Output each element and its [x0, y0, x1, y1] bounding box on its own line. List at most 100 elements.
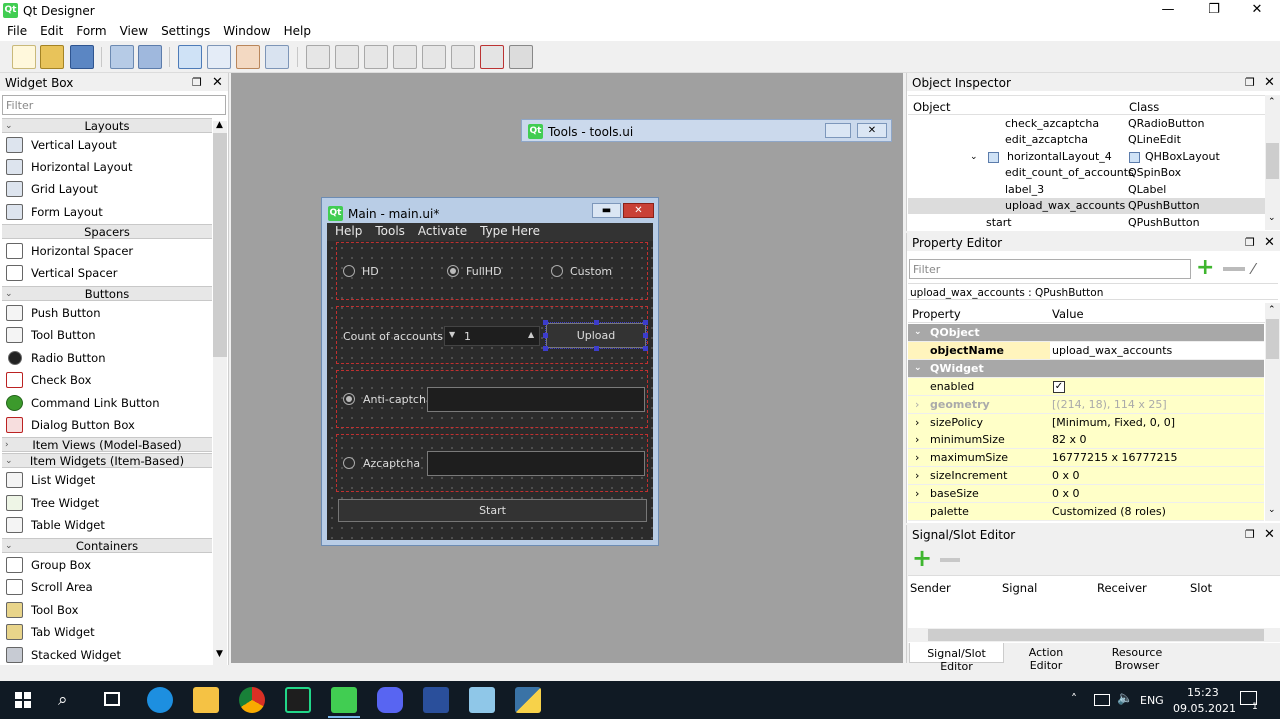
edge-icon[interactable] [147, 687, 173, 713]
tab-signal-slot-editor[interactable]: Signal/Slot Editor [909, 643, 1004, 673]
chevron-up-icon[interactable]: ˄ [1071, 692, 1077, 706]
bring-to-front-icon[interactable] [138, 45, 162, 69]
widget-grid-layout[interactable]: Grid Layout [2, 178, 212, 200]
widget-dialog-button-box[interactable]: Dialog Button Box [2, 414, 212, 436]
form-menu-type-here[interactable]: Type Here [472, 223, 545, 238]
configure-icon[interactable]: ⁄ [1252, 260, 1272, 280]
edit-widgets-icon[interactable] [178, 45, 202, 69]
radio-hd[interactable] [343, 265, 355, 277]
selection-handle[interactable] [543, 346, 548, 351]
close-icon[interactable]: ✕ [1264, 75, 1275, 90]
save-form-icon[interactable] [70, 45, 94, 69]
scrollbar-thumb[interactable] [1266, 319, 1279, 359]
float-icon[interactable]: ❐ [1245, 236, 1255, 249]
category-buttons[interactable]: ⌄ Buttons [2, 286, 212, 301]
chevron-right-icon[interactable]: › [915, 467, 919, 484]
widget-radio-button[interactable]: Radio Button [2, 347, 212, 369]
selection-handle[interactable] [643, 346, 648, 351]
maximize-button[interactable]: ❐ [1191, 0, 1237, 21]
property-value[interactable]: [Minimum, Fixed, 0, 0] [1052, 414, 1175, 431]
tree-row[interactable]: edit_azcaptcha QLineEdit [908, 132, 1265, 148]
discord-icon[interactable] [377, 687, 403, 713]
property-row[interactable]: › minimumSize 82 x 0 [908, 431, 1264, 449]
tree-row[interactable]: check_azcaptcha QRadioButton [908, 116, 1265, 132]
property-row[interactable]: enabled ✓ [908, 378, 1264, 396]
form-menu-activate[interactable]: Activate [410, 223, 472, 238]
selection-handle[interactable] [643, 333, 648, 338]
property-filter-input[interactable]: Filter [909, 259, 1191, 279]
widget-stacked-widget[interactable]: Stacked Widget [2, 644, 212, 666]
category-containers[interactable]: ⌄ Containers [2, 538, 212, 553]
property-value[interactable]: upload_wax_accounts [1050, 342, 1264, 359]
adjust-size-icon[interactable] [509, 45, 533, 69]
widget-group-box[interactable]: Group Box [2, 554, 212, 576]
widget-vertical-spacer[interactable]: Vertical Spacer [2, 262, 212, 284]
widget-horizontal-spacer[interactable]: Horizontal Spacer [2, 240, 212, 262]
language-indicator[interactable]: ENG [1140, 694, 1164, 707]
layout-form-icon[interactable] [451, 45, 475, 69]
property-value[interactable]: 0 x 0 [1052, 467, 1080, 484]
close-icon[interactable]: ✕ [212, 75, 223, 90]
count-spinbox[interactable]: ▼ 1 ▲ [444, 326, 540, 346]
scroll-up-icon[interactable]: ▲ [216, 120, 223, 130]
remove-property-icon[interactable] [1223, 267, 1245, 271]
chevron-right-icon[interactable]: › [915, 485, 919, 502]
chevron-right-icon[interactable]: › [915, 431, 919, 448]
qt-designer-icon[interactable] [331, 687, 357, 713]
widget-command-link-button[interactable]: Command Link Button [2, 392, 212, 414]
selection-handle[interactable] [543, 320, 548, 325]
float-icon[interactable]: ❐ [1245, 528, 1255, 541]
col-object[interactable]: Object [913, 100, 950, 114]
float-icon[interactable]: ❐ [1245, 76, 1255, 89]
chevron-right-icon[interactable]: › [915, 414, 919, 431]
menu-edit[interactable]: Edit [33, 21, 69, 38]
scroll-down-icon[interactable]: ⌄ [1268, 505, 1276, 515]
widget-list-widget[interactable]: List Widget [2, 469, 212, 491]
form-menu-tools[interactable]: Tools [367, 223, 410, 238]
property-row[interactable]: objectName upload_wax_accounts [908, 342, 1264, 360]
close-button[interactable]: ✕ [1234, 0, 1280, 21]
form-menu-help[interactable]: Help [327, 223, 367, 238]
radio-azcaptcha[interactable] [343, 457, 355, 469]
tree-row-selected[interactable]: upload_wax_accounts QPushButton [908, 198, 1265, 215]
category-item-widgets[interactable]: ⌄ Item Widgets (Item-Based) [2, 453, 212, 468]
close-icon[interactable]: ✕ [1264, 235, 1275, 250]
col-property[interactable]: Property [912, 307, 961, 321]
selection-handle[interactable] [594, 346, 599, 351]
tab-resource-browser[interactable]: Resource Browser [1090, 645, 1184, 672]
tab-action-editor[interactable]: Action Editor [1011, 645, 1081, 672]
category-item-views[interactable]: › Item Views (Model-Based) [2, 437, 212, 452]
add-connection-icon[interactable]: + [912, 546, 932, 570]
menu-file[interactable]: File [0, 21, 33, 38]
start-icon[interactable] [15, 692, 31, 708]
clock-time[interactable]: 15:23 [1187, 686, 1219, 699]
scroll-up-icon[interactable]: ⌃ [1268, 305, 1276, 315]
property-row[interactable]: › baseSize 0 x 0 [908, 485, 1264, 503]
remove-connection-icon[interactable] [940, 558, 960, 562]
layout-horizontally-icon[interactable] [306, 45, 330, 69]
selection-handle[interactable] [543, 333, 548, 338]
property-value[interactable]: 16777215 x 16777215 [1052, 449, 1177, 466]
start-button[interactable]: Start [338, 499, 647, 522]
scrollbar-thumb[interactable] [1266, 143, 1279, 179]
widget-horizontal-layout[interactable]: Horizontal Layout [2, 156, 212, 178]
property-row[interactable]: › sizeIncrement 0 x 0 [908, 467, 1264, 485]
menu-window[interactable]: Window [216, 21, 276, 38]
group-qobject[interactable]: ⌄ QObject [908, 324, 1264, 342]
enabled-checkbox[interactable]: ✓ [1053, 381, 1065, 393]
upload-button[interactable]: Upload [545, 322, 647, 349]
tree-row[interactable]: start QPushButton [908, 215, 1265, 229]
chevron-right-icon[interactable]: › [915, 396, 919, 413]
col-receiver[interactable]: Receiver [1097, 581, 1147, 595]
selection-handle[interactable] [594, 320, 599, 325]
tree-row[interactable]: label_3 QLabel [908, 182, 1265, 198]
property-value[interactable]: 82 x 0 [1052, 431, 1087, 448]
spin-up-icon[interactable]: ▲ [528, 330, 534, 339]
widget-check-box[interactable]: Check Box [2, 369, 212, 391]
widget-table-widget[interactable]: Table Widget [2, 514, 212, 536]
col-slot[interactable]: Slot [1190, 581, 1212, 595]
widget-tool-button[interactable]: Tool Button [2, 324, 212, 346]
break-layout-icon[interactable] [480, 45, 504, 69]
clock-date[interactable]: 09.05.2021 [1173, 702, 1236, 715]
close-button[interactable]: ✕ [623, 203, 654, 218]
